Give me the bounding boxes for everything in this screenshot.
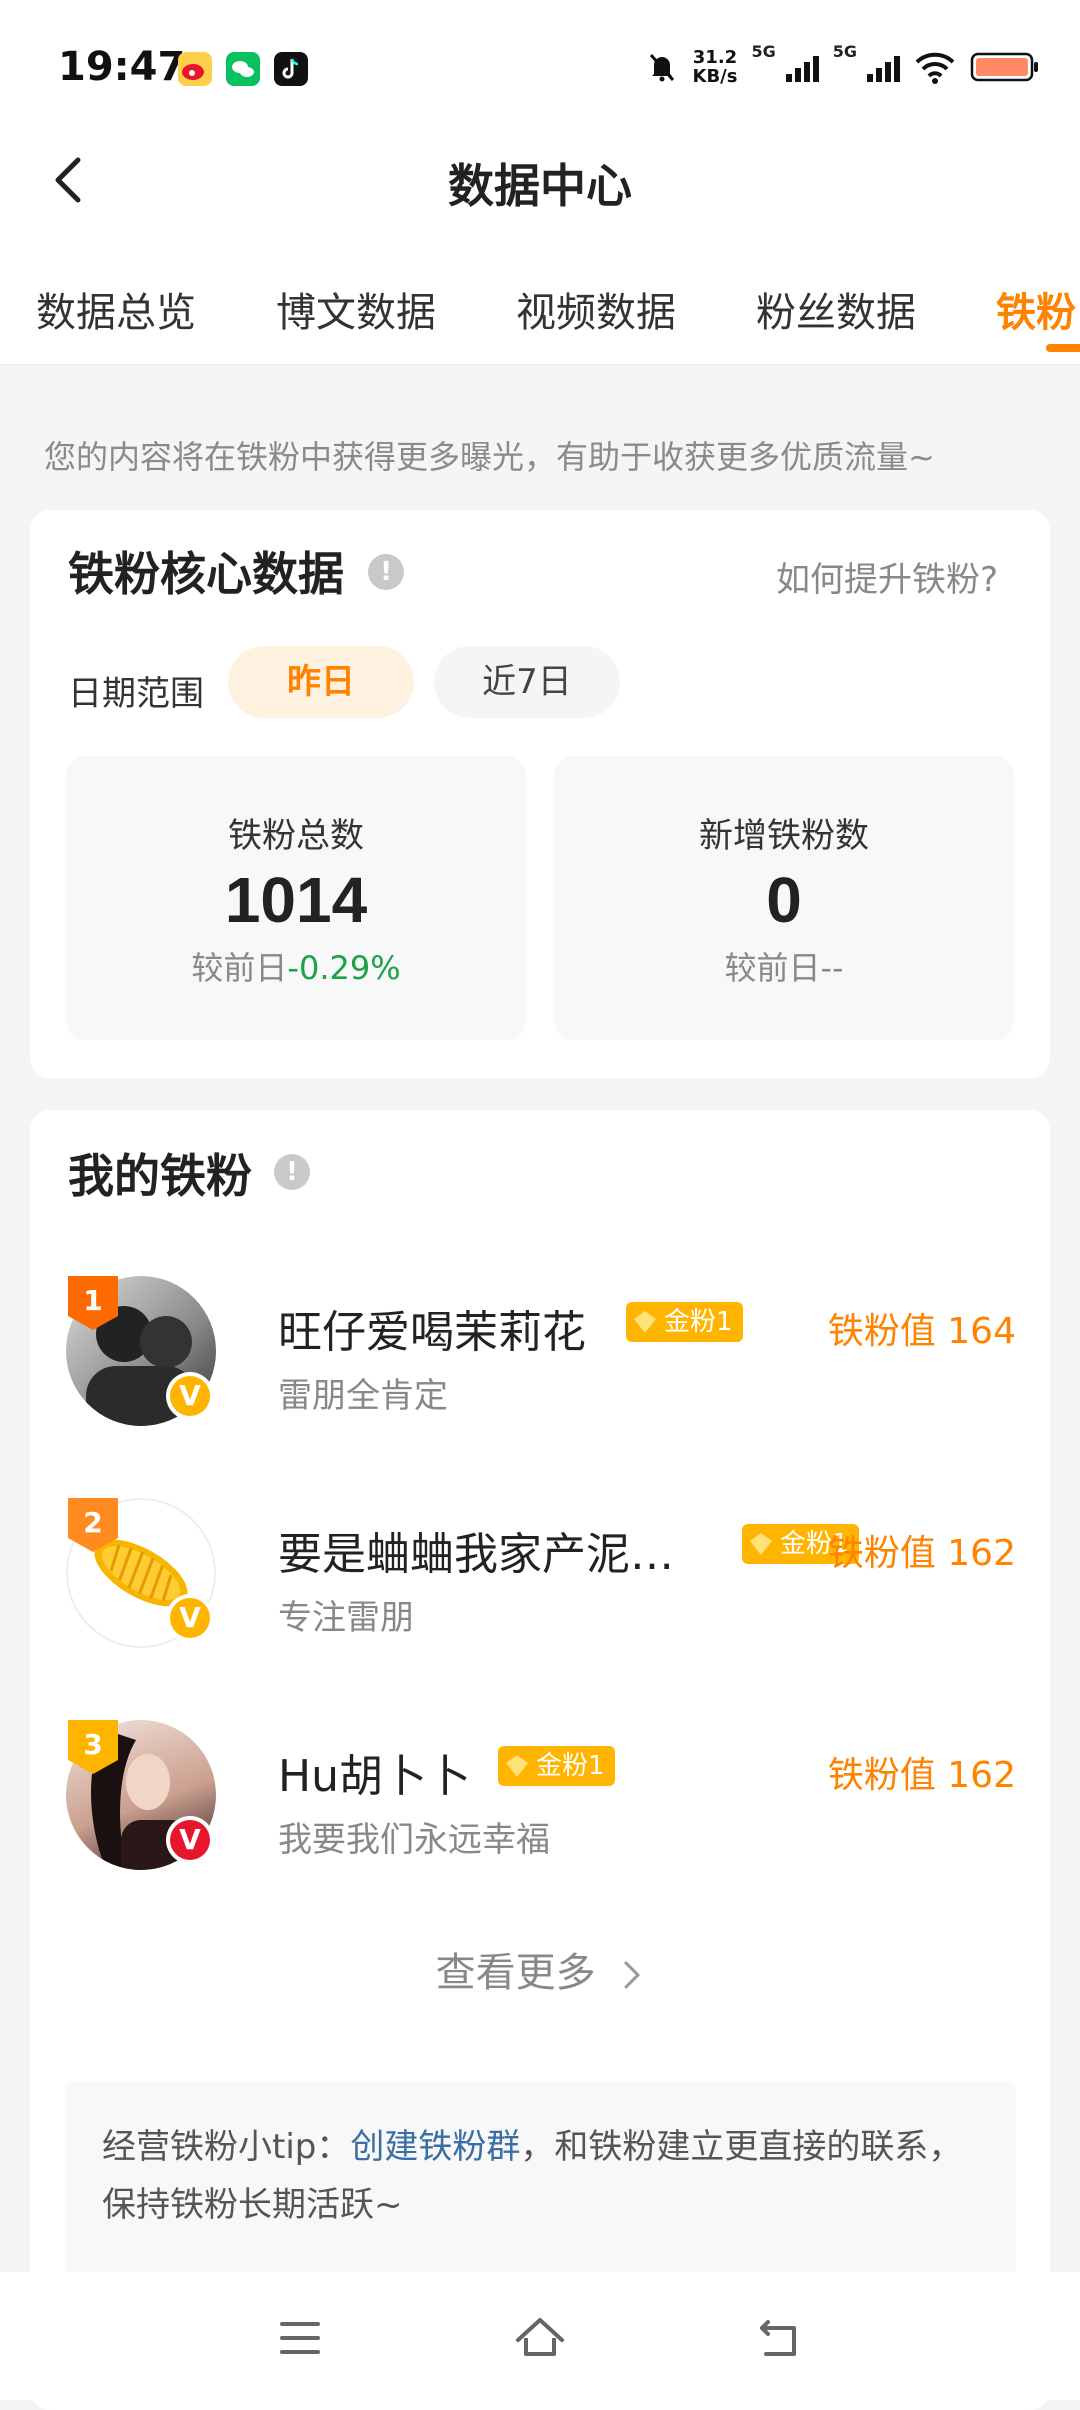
how-to-improve-link[interactable]: 如何提升铁粉?	[776, 552, 998, 601]
create-fan-group-link[interactable]: 创建铁粉群	[350, 2127, 520, 2167]
mute-icon	[649, 54, 674, 82]
core-data-card: 铁粉核心数据 ! 如何提升铁粉? 日期范围 昨日 近7日 铁粉总数 1014 较…	[30, 510, 1050, 1078]
home-icon[interactable]	[510, 2308, 570, 2368]
gem-icon	[506, 1755, 528, 1777]
page-title: 数据中心	[448, 159, 632, 213]
tab-post-data[interactable]: 博文数据	[276, 280, 436, 338]
gem-icon	[634, 1311, 656, 1333]
fan-value: 铁粉值 162	[827, 1533, 1016, 1574]
header: 数据中心	[0, 130, 1080, 240]
fan-name: 旺仔爱喝茉莉花	[278, 1307, 586, 1358]
net-label-1: 5G	[751, 41, 776, 61]
tip-prefix: 经营铁粉小tip：	[102, 2127, 351, 2167]
verified-badge: V	[166, 1816, 214, 1864]
system-nav-bar	[0, 2272, 1080, 2400]
my-fans-card: 我的铁粉 ! 1 V 旺仔爱喝茉莉花 金粉1 雷朋全肯定 铁粉值 164 2 V…	[30, 1110, 1050, 2410]
gem-icon	[750, 1533, 772, 1555]
fan-list-item[interactable]: 2 V 要是蛐蛐我家产泥… 金粉1 专注雷朋 铁粉值 162	[66, 1498, 1016, 1658]
view-more-label: 查看更多	[435, 1950, 596, 1996]
badge-label: 金粉1	[664, 1307, 733, 1337]
weibo-icon	[178, 52, 212, 86]
new-fans-stat: 新增铁粉数 0 较前日--	[554, 756, 1014, 1040]
new-fans-label: 新增铁粉数	[699, 816, 869, 856]
fan-subtitle: 雷朋全肯定	[278, 1376, 448, 1416]
view-more-button[interactable]: 查看更多	[30, 1940, 1050, 1998]
wechat-icon	[226, 52, 260, 86]
compare-value: --	[820, 949, 844, 987]
date-range-label: 日期范围	[68, 674, 204, 714]
menu-icon[interactable]	[270, 2308, 330, 2368]
core-data-title: 铁粉核心数据	[68, 547, 344, 601]
speed-value: 31.2	[692, 47, 738, 68]
verified-icon: V	[170, 1376, 210, 1416]
verified-icon: V	[170, 1820, 210, 1860]
status-time: 19:47	[58, 44, 186, 90]
verified-badge: V	[166, 1594, 214, 1642]
tiktok-icon	[274, 52, 308, 86]
status-right: 31.2 KB/s 5G 5G	[645, 42, 1041, 86]
new-fans-compare: 较前日--	[554, 943, 1014, 989]
wifi-icon	[915, 52, 955, 84]
tab-video-data[interactable]: 视频数据	[516, 280, 676, 338]
tab-overview[interactable]: 数据总览	[36, 280, 196, 338]
total-fans-label: 铁粉总数	[228, 816, 364, 856]
fan-list-item[interactable]: 1 V 旺仔爱喝茉莉花 金粉1 雷朋全肯定 铁粉值 164	[66, 1276, 1016, 1436]
gold-fan-badge: 金粉1	[498, 1746, 615, 1786]
speed-unit: KB/s	[692, 66, 738, 87]
gold-fan-badge: 金粉1	[626, 1302, 743, 1342]
verified-icon: V	[170, 1598, 210, 1638]
rank-number: 1	[83, 1284, 103, 1317]
tab-iron-fans[interactable]: 铁粉	[996, 280, 1076, 338]
info-icon[interactable]: !	[274, 1154, 310, 1190]
network-speed: 31.2 KB/s	[693, 48, 738, 86]
total-fans-value: 1014	[224, 864, 368, 936]
range-yesterday-button[interactable]: 昨日	[228, 646, 414, 718]
badge-label: 金粉1	[536, 1751, 605, 1781]
verified-badge: V	[166, 1372, 214, 1420]
rank-number: 3	[83, 1728, 103, 1761]
fan-name: Hu胡卜卜	[278, 1751, 471, 1802]
range-7days-button[interactable]: 近7日	[434, 646, 620, 718]
tab-indicator	[1046, 344, 1080, 352]
fan-subtitle: 专注雷朋	[278, 1598, 414, 1638]
signal-icon	[867, 52, 900, 82]
compare-value: -0.29%	[287, 949, 401, 987]
info-icon[interactable]: !	[368, 554, 404, 590]
new-fans-value: 0	[766, 864, 802, 936]
compare-prefix: 较前日	[724, 949, 821, 987]
rank-number: 2	[83, 1506, 103, 1539]
fan-value: 铁粉值 162	[827, 1755, 1016, 1796]
fan-subtitle: 我要我们永远幸福	[278, 1820, 550, 1860]
notice-text: 您的内容将在铁粉中获得更多曝光，有助于收获更多优质流量~	[44, 438, 935, 476]
return-icon[interactable]	[750, 2308, 810, 2368]
total-fans-stat: 铁粉总数 1014 较前日-0.29%	[66, 756, 526, 1040]
status-bar: 19:47 31.2 KB/s 5G 5G	[0, 0, 1080, 130]
tip-text: 经营铁粉小tip：创建铁粉群，和铁粉建立更直接的联系，保持铁粉长期活跃~	[102, 2118, 980, 2234]
tab-bar: 数据总览 博文数据 视频数据 粉丝数据 铁粉	[0, 240, 1080, 365]
fan-name: 要是蛐蛐我家产泥…	[278, 1529, 674, 1580]
fan-value: 铁粉值 164	[827, 1311, 1016, 1352]
my-fans-title: 我的铁粉	[68, 1149, 252, 1203]
battery-icon	[970, 52, 1038, 82]
signal-icon	[785, 52, 819, 82]
fan-list-item[interactable]: 3 V Hu胡卜卜 金粉1 我要我们永远幸福 铁粉值 162	[66, 1720, 1016, 1880]
notification-icons	[178, 52, 308, 86]
tab-fan-data[interactable]: 粉丝数据	[756, 280, 916, 338]
chevron-right-icon	[624, 1961, 641, 1989]
total-fans-compare: 较前日-0.29%	[66, 943, 526, 989]
net-label-2: 5G	[832, 41, 857, 61]
compare-prefix: 较前日	[191, 949, 288, 987]
